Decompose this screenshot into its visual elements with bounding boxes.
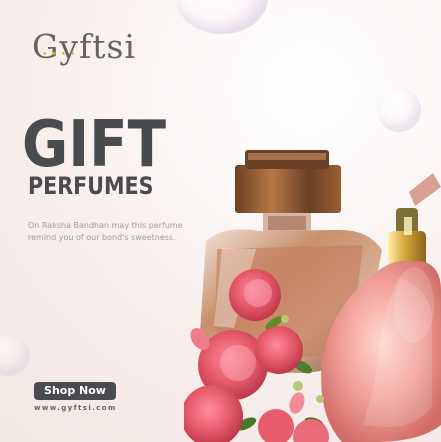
tagline: On Raksha Bandhan may this perfume remin…: [28, 221, 183, 242]
brand-logo[interactable]: Gyftsi ••••: [32, 30, 136, 63]
gift-perfumes-banner: Gyftsi •••• GIFT PERFUMES On Raksha Band…: [0, 0, 441, 442]
decorative-bubble: [377, 88, 421, 132]
perfume-product-visual: [184, 145, 441, 442]
shop-now-button[interactable]: Shop Now: [34, 382, 116, 400]
brand-logo-text: Gyftsi: [32, 27, 136, 66]
perfume-illustration: [184, 150, 441, 442]
subheadline: PERFUMES: [28, 172, 154, 200]
logo-dots: ••••: [42, 50, 80, 60]
website-link[interactable]: www.gyftsi.com: [34, 404, 117, 412]
decorative-bubble: [0, 334, 30, 376]
headline: GIFT: [22, 108, 167, 182]
decorative-bubble: [176, 0, 268, 34]
